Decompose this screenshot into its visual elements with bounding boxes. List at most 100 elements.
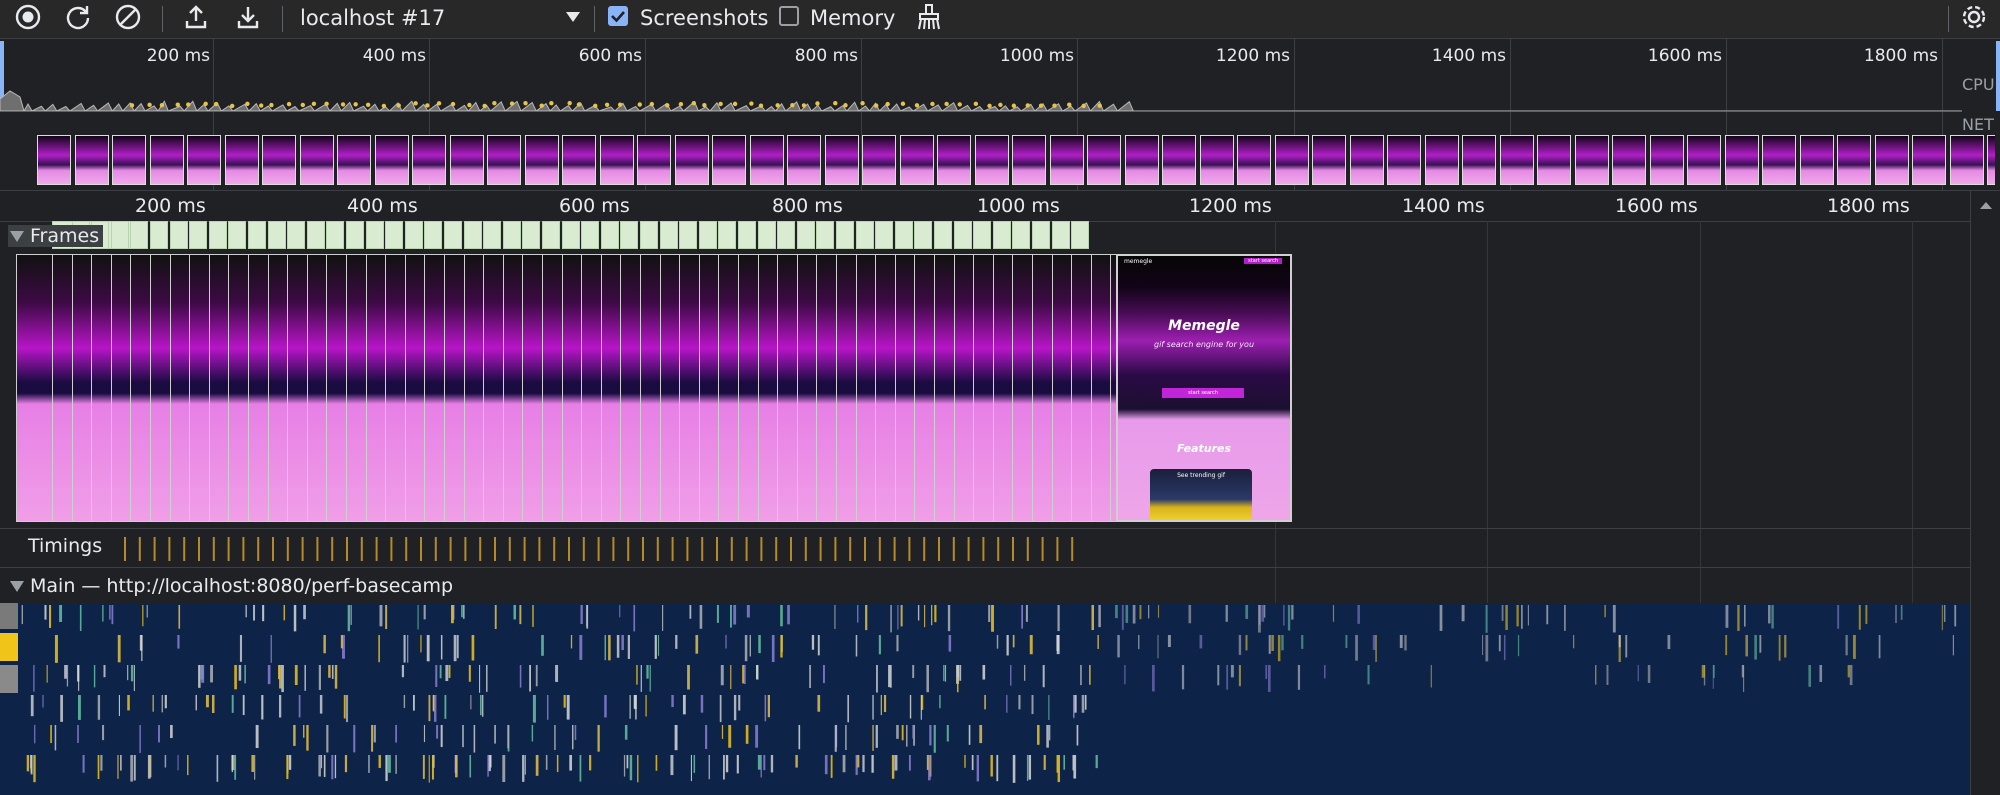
download-icon[interactable] [230,0,266,34]
timing-mark [612,537,615,561]
main-thread-event [1516,605,1519,627]
timing-mark [272,537,274,561]
main-thread-event [445,665,449,682]
main-thread-event [912,725,914,739]
filmstrip-thumbnail [412,135,446,185]
main-thread-event [1952,635,1954,656]
vertical-scrollbar[interactable] [1970,191,2000,795]
upload-icon[interactable] [178,0,214,34]
main-thread-event [334,755,337,779]
main-thread-flame[interactable] [0,603,1970,795]
filmstrip-thumbnail [1312,135,1346,185]
main-thread-event [1080,665,1082,686]
main-thread-event [326,725,329,753]
main-thread-event [49,605,52,628]
garbage-collect-icon[interactable] [912,0,946,34]
timeline-overview[interactable]: 200 ms 400 ms 600 ms 800 ms 1000 ms 1200… [0,39,2000,191]
ruler-tick-label: 1800 ms [1827,195,1910,217]
cpu-spike [523,100,528,106]
main-thread-event [529,665,531,692]
main-thread-event [738,695,741,711]
main-thread-event [872,695,874,720]
main-thread-event [1771,605,1774,629]
main-thread-event [1188,605,1192,624]
main-thread-event [1744,605,1746,627]
main-thread-event [570,635,573,649]
filmstrip-thumbnail [712,135,746,185]
main-thread-event [532,695,536,723]
main-thread-event [856,755,858,769]
main-thread-event [323,755,326,777]
cpu-spike [576,102,582,107]
main-thread-event [435,665,438,687]
overview-right-handle[interactable] [1996,41,2000,111]
main-thread-event [1618,635,1621,648]
main-thread-event [745,725,749,744]
main-thread-event [535,665,538,687]
timing-mark [804,537,807,561]
main-thread-event [1230,665,1234,678]
main-thread-event [809,665,812,688]
flame-chart[interactable]: Frames memegle start search Memegle gif … [0,221,1970,795]
main-thread-event [234,755,237,780]
gear-icon[interactable] [1956,0,1992,34]
main-thread-event [767,695,770,718]
main-thread-event [865,605,868,631]
screenshots-checkbox[interactable] [608,6,628,26]
cpu-spike [900,101,906,106]
main-thread-event [705,725,708,750]
main-thread-event [633,695,637,710]
timing-mark [1026,537,1029,561]
main-thread-event [725,635,727,649]
main-thread-event [26,755,30,772]
main-thread-events [21,605,1957,783]
main-thread-event [693,755,696,773]
main-thread-event [177,635,180,649]
cpu-spike [425,103,430,108]
main-thread-event [103,665,106,678]
record-icon[interactable] [10,0,46,34]
main-thread-event [494,725,497,744]
main-thread-event [1057,605,1060,632]
preview-card: See trending gif [1150,469,1252,520]
chevron-down-icon[interactable] [562,0,584,34]
main-thread-event [842,755,846,773]
collapse-triangle-icon[interactable] [10,581,24,592]
timing-mark [627,537,630,561]
main-thread-event [891,755,895,779]
main-track-header[interactable]: Main — http://localhost:8080/perf-baseca… [10,575,453,597]
main-thread-event [77,695,81,720]
main-thread-event [1291,605,1294,620]
main-thread-event [331,755,334,780]
timing-mark [331,537,334,561]
filmstrip-thumbnail [1237,135,1271,185]
main-thread-event [436,725,439,739]
main-thread-event [1245,635,1248,651]
timing-mark [390,537,393,561]
main-thread-event [1095,755,1098,769]
frame-screenshot-preview[interactable]: memegle start search Memegle gif search … [1116,254,1292,522]
main-thread-event [872,725,874,751]
main-thread-event [623,755,626,777]
profile-select[interactable]: localhost #17 [300,2,445,34]
main-thread-event [780,635,783,658]
frames-track-header[interactable]: Frames [8,225,104,247]
main-thread-event [569,755,573,771]
cpu-spike [1052,103,1057,108]
collapse-triangle-icon[interactable] [10,231,24,242]
memory-label[interactable]: Memory [810,2,895,34]
reload-icon[interactable] [60,0,96,34]
main-thread-event [1858,605,1861,630]
timing-mark [449,537,452,561]
main-thread-event [1625,635,1628,658]
main-thread-event [1021,605,1024,629]
screenshots-label[interactable]: Screenshots [640,2,768,34]
memory-checkbox[interactable] [779,6,799,26]
main-thread-event [158,725,160,743]
preview-cta-top: start search [1244,258,1282,264]
cpu-spike [450,101,456,107]
main-thread-event [479,695,482,716]
main-thread-event [164,755,167,768]
clear-icon[interactable] [110,0,146,34]
timing-mark [982,537,985,561]
